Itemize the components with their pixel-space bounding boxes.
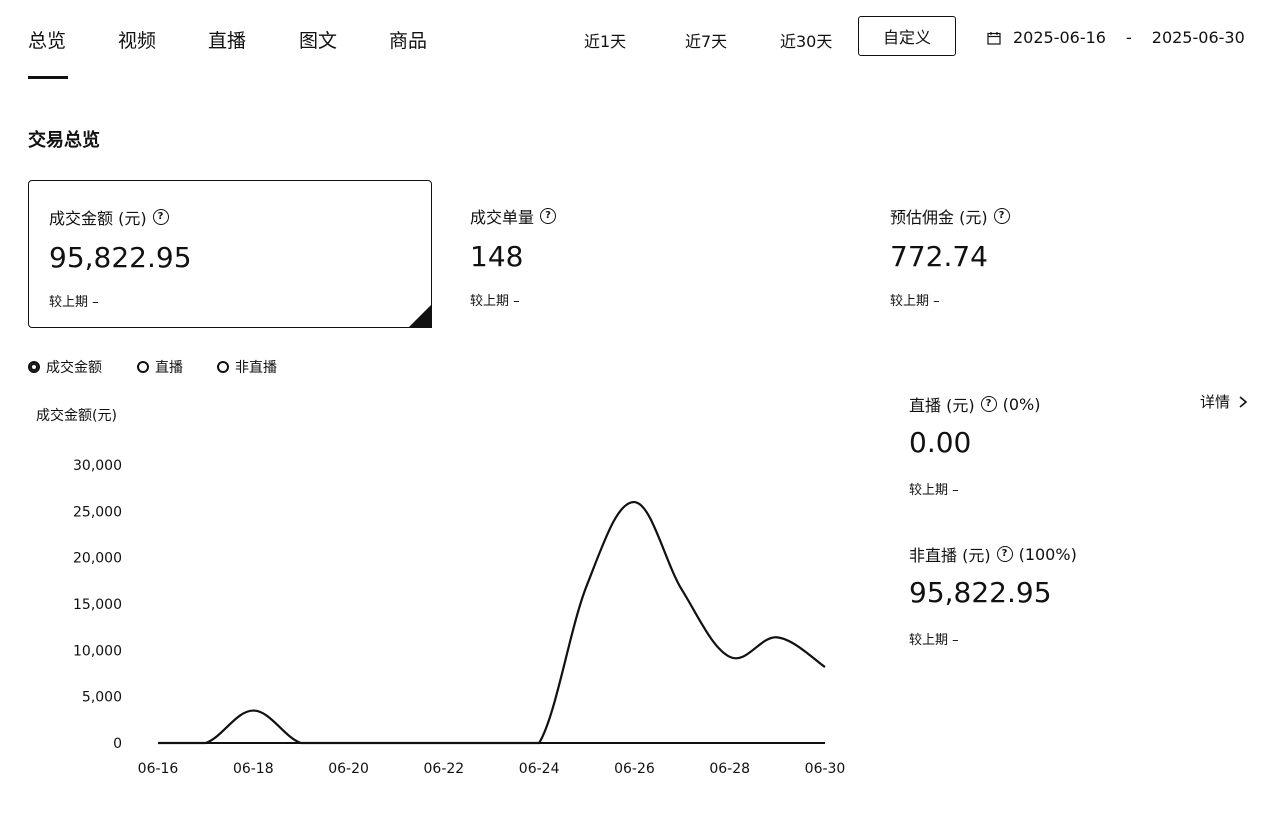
non-live-breakdown-label: 非直播 (元)? (100%) [909,544,1077,566]
non-live-breakdown-value: 95,822.95 [909,576,1052,609]
metric-value: 772.74 [890,240,988,273]
series-line-gmv [158,500,826,745]
y-tick-label: 25,000 [73,504,122,520]
metric-label: 预估佣金 (元)? [890,204,1010,228]
section-title: 交易总览 [28,130,100,151]
metric-card-orders[interactable]: 成交单量? 148 较上期 – [450,180,854,328]
active-tab-indicator [28,76,68,79]
live-breakdown-value: 0.00 [909,426,972,459]
tab-overview[interactable]: 总览 [28,26,66,53]
help-icon[interactable]: ? [540,208,557,224]
y-tick-label: 5,000 [82,690,122,706]
x-tick-label: 06-22 [424,761,465,777]
calendar-icon [987,31,1001,45]
tab-image-text[interactable]: 图文 [299,26,337,53]
tab-live[interactable]: 直播 [208,26,246,53]
tab-products[interactable]: 商品 [389,26,427,53]
help-icon[interactable]: ? [152,209,169,225]
legend-live[interactable]: 直播 [137,357,183,377]
x-tick-label: 06-18 [233,761,274,777]
y-axis-label: 成交金额(元) [36,407,117,424]
chevron-right-icon [1239,395,1248,408]
x-tick-label: 06-30 [805,761,846,777]
metric-card-gmv[interactable]: 成交金额 (元)? 95,822.95 较上期 – [28,180,432,328]
live-breakdown-compare: 较上期 – [909,483,959,498]
x-tick-label: 06-26 [614,761,655,777]
help-icon[interactable]: ? [980,396,997,412]
live-breakdown-label: 直播 (元)? (0%) [909,394,1041,416]
y-tick-label: 0 [113,736,122,752]
selected-check-icon [408,304,432,328]
non-live-breakdown-compare: 较上期 – [909,633,959,648]
custom-range-button[interactable]: 自定义 [858,16,956,56]
help-icon[interactable]: ? [993,208,1010,224]
legend-non-live[interactable]: 非直播 [217,357,277,377]
metric-compare: 较上期 – [890,294,940,309]
details-link[interactable]: 详情 [1200,391,1250,412]
metric-label: 成交金额 (元)? [49,205,169,229]
y-tick-label: 10,000 [73,643,122,659]
help-icon[interactable]: ? [996,546,1013,562]
y-tick-label: 20,000 [73,551,122,567]
metric-card-commission[interactable]: 预估佣金 (元)? 772.74 较上期 – [870,180,1274,328]
legend-gmv[interactable]: 成交金额 [28,357,102,377]
metric-compare: 较上期 – [470,294,520,309]
y-tick-label: 30,000 [73,458,122,474]
metric-value: 148 [470,240,524,273]
range-1-day-button[interactable]: 近1天 [584,28,626,52]
start-date: 2025-06-16 [1013,28,1106,47]
gmv-line-chart: 成交金额(元) 0 5,000 10,000 15,000 20,000 25,000 30… [36,407,846,777]
radio-icon [217,361,229,373]
x-tick-label: 06-20 [328,761,369,777]
y-tick-label: 15,000 [73,597,122,613]
end-date: 2025-06-30 [1151,28,1245,47]
x-tick-label: 06-28 [709,761,750,777]
range-30-days-button[interactable]: 近30天 [780,28,832,52]
radio-icon [28,361,40,373]
radio-icon [137,361,149,373]
x-tick-label: 06-24 [519,761,560,777]
range-7-days-button[interactable]: 近7天 [685,28,727,52]
date-separator: - [1125,28,1132,47]
x-tick-label: 06-16 [138,761,179,777]
metric-compare: 较上期 – [49,295,99,310]
tab-video[interactable]: 视频 [118,26,156,53]
metric-value: 95,822.95 [49,241,192,274]
metric-label: 成交单量? [470,204,557,228]
date-range-picker[interactable]: 2025-06-16 - 2025-06-30 [987,28,1245,47]
